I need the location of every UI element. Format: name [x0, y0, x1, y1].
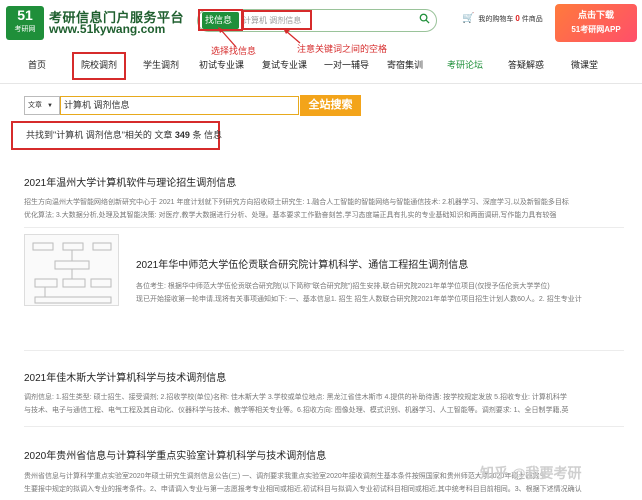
article-desc-line: 生要报中规定的拟调入专业的报考条件。2、申请调入专业与第一志愿报考专业相同或相近…: [24, 486, 582, 493]
nav-qa[interactable]: 答疑解惑: [508, 56, 544, 74]
article-title[interactable]: 2021年佳木斯大学计算机科学与技术调剂信息: [24, 369, 226, 384]
watermark: 知乎 @我要考研: [480, 465, 582, 481]
article-desc-line: 与技术、电子与通信工程、电气工程及其自动化、仪器科学与技术、教学等相关专业等。6…: [24, 407, 569, 414]
article-divider: [24, 227, 624, 228]
nav-tutoring[interactable]: 一对一辅导: [324, 56, 369, 74]
result-suffix: 条 信息: [192, 130, 222, 140]
nav-home[interactable]: 首页: [28, 56, 46, 74]
article-divider: [24, 426, 624, 427]
article-thumbnail[interactable]: [24, 234, 119, 306]
article-title[interactable]: 2020年贵州省信息与计算科学重点实验室计算机科学与技术调剂信息: [24, 447, 326, 462]
chevron-down-icon: ▼: [46, 103, 53, 109]
nav-divider: [0, 83, 642, 84]
article-title[interactable]: 2021年华中师范大学伍伦贡联合研究院计算机科学、通信工程招生调剂信息: [136, 256, 468, 271]
article-desc-line: 各位考生: 根据华中师范大学伍伦贡联合研究院(以下简称"联合研究院")招生安排,…: [136, 283, 550, 290]
nav-initial-exam[interactable]: 初试专业课: [199, 56, 244, 74]
nav-student-adjustment[interactable]: 学生调剂: [143, 56, 179, 74]
result-count-text: 共找到"计算机 调剂信息"相关的 文章 349 条 信息: [26, 128, 222, 141]
annotation-space-note: 注意关键词之间的空格: [297, 44, 388, 54]
flowchart-thumbnail-image: [32, 242, 112, 304]
nav-forum[interactable]: 考研论坛: [447, 56, 483, 74]
article-desc-line: 现已开始接收第一轮申请,现将有关事项通知如下: 一、基本信息1. 招生 招生人数…: [136, 296, 582, 303]
result-prefix: 共找到"计算机 调剂信息"相关的 文章: [26, 130, 173, 140]
main-search-input[interactable]: 计算机 调剂信息: [60, 96, 299, 115]
nav-micro-class[interactable]: 微课堂: [571, 56, 598, 74]
nav-boarding[interactable]: 寄宿集训: [387, 56, 423, 74]
article-divider: [24, 350, 624, 351]
article-desc-line: 调剂信息: 1.招生类型: 硕士招生、接受调剂; 2.招收学校(单位)名称: 佳…: [24, 394, 567, 401]
result-count: 349: [174, 130, 190, 140]
article-type-select[interactable]: 文章 ▼: [24, 96, 60, 115]
article-type-label: 文章: [28, 102, 42, 109]
article-desc-line: 招生方向温州大学智能网络创新研究中心于 2021 年度计划就下列研究方向招收硕士…: [24, 199, 569, 206]
article-title[interactable]: 2021年温州大学计算机软件与理论招生调剂信息: [24, 174, 236, 189]
site-search-button[interactable]: 全站搜索: [300, 95, 361, 116]
nav-retest[interactable]: 复试专业课: [262, 56, 307, 74]
nav-school-adjustment[interactable]: 院校调剂: [81, 56, 117, 74]
article-desc-line: 优化算法; 3.大数据分析,处理及其智能决策: 对医疗,教学大数据进行分析、处理…: [24, 212, 557, 219]
